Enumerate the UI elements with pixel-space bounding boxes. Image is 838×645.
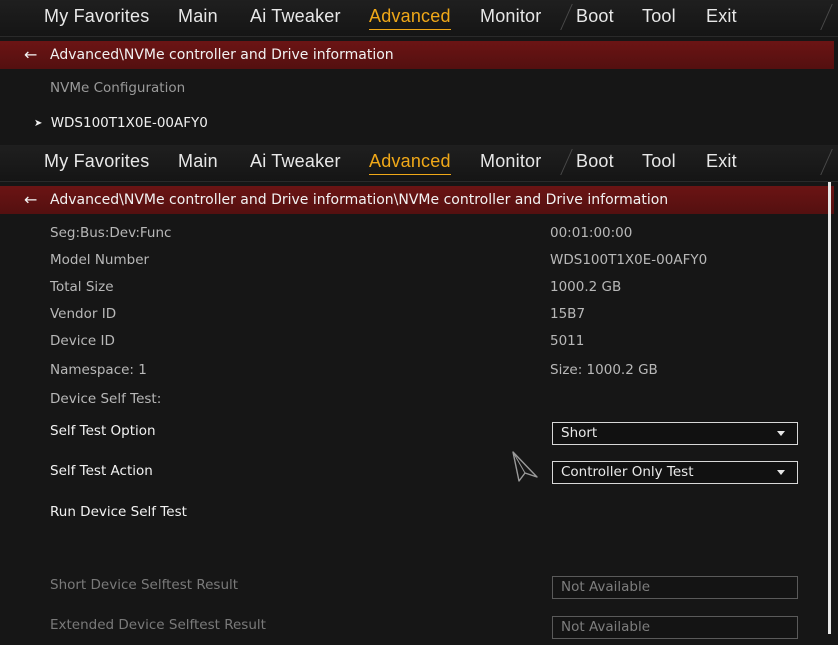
drive-item-label: WDS100T1X0E-00AFY0 [50,115,208,131]
self-test-action-label: Self Test Action [50,463,153,479]
short-selftest-result-field: Not Available [552,576,798,599]
scrollbar[interactable] [828,182,831,634]
tab-boot[interactable]: Boot [576,151,614,172]
drive-item[interactable]: ➤ WDS100T1X0E-00AFY0 [34,115,208,131]
tab-my-favorites[interactable]: My Favorites [44,151,149,172]
tab-monitor[interactable]: Monitor [480,6,541,27]
device-id-value: 5011 [550,333,585,349]
back-arrow-icon[interactable]: ← [24,186,37,214]
breadcrumb-bar: ← Advanced\NVMe controller and Drive inf… [0,186,834,214]
caret-down-icon [777,470,785,475]
seg-bus-dev-func-label: Seg:Bus:Dev:Func [50,225,172,241]
self-test-action-value: Controller Only Test [561,464,694,480]
extended-selftest-result-field: Not Available [552,616,798,639]
tab-main[interactable]: Main [178,151,218,172]
tab-tool[interactable]: Tool [642,6,676,27]
seg-bus-dev-func-value: 00:01:00:00 [550,225,633,241]
extended-selftest-result-label: Extended Device Selftest Result [50,617,266,633]
tab-main[interactable]: Main [178,6,218,27]
short-selftest-result-value: Not Available [561,579,651,595]
top-menu-bar: My Favorites Main Ai Tweaker Advanced Mo… [0,0,838,37]
self-test-option-dropdown[interactable]: Short [552,422,798,445]
mouse-pointer-icon [512,451,538,482]
menu-divider [560,4,573,30]
breadcrumb-bar: ← Advanced\NVMe controller and Drive inf… [0,41,834,69]
vendor-id-value: 15B7 [550,306,586,322]
model-number-label: Model Number [50,252,150,268]
tab-exit[interactable]: Exit [706,151,737,172]
tab-advanced[interactable]: Advanced [369,151,451,175]
tab-ai-tweaker[interactable]: Ai Tweaker [250,6,341,27]
self-test-option-value: Short [561,425,598,441]
vendor-id-label: Vendor ID [50,306,117,322]
tab-ai-tweaker[interactable]: Ai Tweaker [250,151,341,172]
device-self-test-heading: Device Self Test: [50,391,162,407]
caret-down-icon [777,431,785,436]
model-number-value: WDS100T1X0E-00AFY0 [550,252,708,268]
tab-my-favorites[interactable]: My Favorites [44,6,149,27]
tab-monitor[interactable]: Monitor [480,151,541,172]
nvme-configuration-label: NVMe Configuration [50,80,186,96]
breadcrumb: Advanced\NVMe controller and Drive infor… [50,192,669,208]
short-selftest-result-label: Short Device Selftest Result [50,577,239,593]
self-test-action-dropdown[interactable]: Controller Only Test [552,461,798,484]
tab-advanced[interactable]: Advanced [369,6,451,30]
self-test-option-label: Self Test Option [50,423,156,439]
menu-divider [820,149,833,175]
menu-divider [820,4,833,30]
total-size-value: 1000.2 GB [550,279,622,295]
extended-selftest-result-value: Not Available [561,619,651,635]
chevron-right-icon: ➤ [34,118,43,129]
breadcrumb: Advanced\NVMe controller and Drive infor… [50,47,394,63]
namespace-label: Namespace: 1 [50,362,147,378]
run-device-self-test-button[interactable]: Run Device Self Test [50,504,187,520]
tab-boot[interactable]: Boot [576,6,614,27]
tab-tool[interactable]: Tool [642,151,676,172]
total-size-label: Total Size [50,279,114,295]
top-menu-bar: My Favorites Main Ai Tweaker Advanced Mo… [0,145,838,182]
tab-exit[interactable]: Exit [706,6,737,27]
device-id-label: Device ID [50,333,115,349]
menu-divider [560,149,573,175]
back-arrow-icon[interactable]: ← [24,41,37,69]
namespace-size-value: Size: 1000.2 GB [550,362,658,378]
